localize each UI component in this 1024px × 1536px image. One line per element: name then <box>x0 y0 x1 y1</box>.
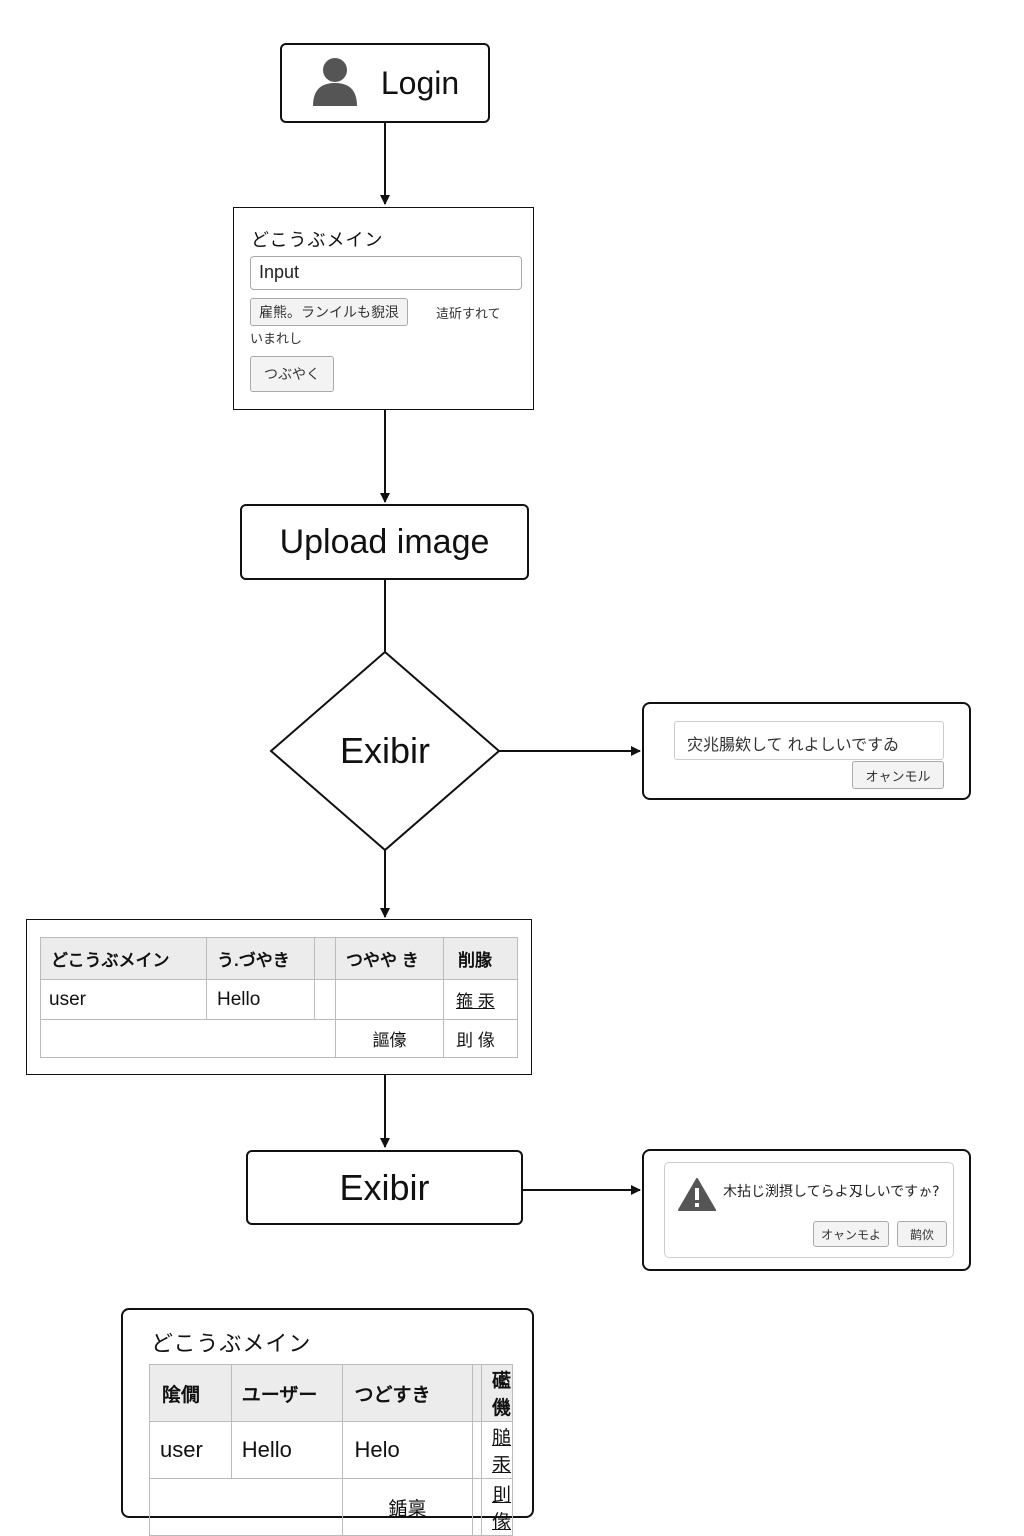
delete-link[interactable]: 刞㑰 <box>480 1478 514 1536</box>
decision-label: Exibir <box>339 730 431 771</box>
cell-tweet-2: Helo <box>341 1421 474 1479</box>
tweet-input[interactable]: Input <box>250 256 522 290</box>
header-tweet: う.づやき <box>206 937 315 980</box>
upload-label: Upload image <box>279 522 490 561</box>
tweet-table: 隂僩 ユーザー つどすき 礷僟 user Hello Helo 膇汞 鍎稟 刞㑰 <box>149 1364 514 1536</box>
row-action-link[interactable]: 箍 汞 <box>443 979 518 1020</box>
header-id: 隂僩 <box>149 1364 232 1422</box>
cell-empty <box>335 979 444 1020</box>
submit-button[interactable]: つぶやく <box>250 356 334 392</box>
cell-user: user <box>40 979 207 1020</box>
header-blank <box>472 1364 482 1422</box>
header-tweet-2: つやや き <box>335 937 444 980</box>
cell-tweet: Hello <box>230 1421 343 1479</box>
cell-empty <box>472 1478 482 1536</box>
cell-empty <box>314 979 336 1020</box>
panel-title: どこうぶメイン <box>151 1332 312 1357</box>
delete-link[interactable]: 刞 㑰 <box>443 1019 518 1058</box>
header-action: 礷僟 <box>480 1364 514 1422</box>
dialog-cancel-button[interactable]: オャンモル <box>852 761 944 789</box>
dialog-delete-button[interactable]: 鹋佽 <box>897 1221 947 1247</box>
table-row: user Hello Helo 膇汞 <box>149 1421 514 1479</box>
header-blank <box>314 937 336 980</box>
dialog-message-field: 灾兆腸欸して れよしいですゐ <box>674 721 944 760</box>
cell-empty <box>149 1478 343 1536</box>
exibir-node: Exibir <box>246 1150 523 1225</box>
exibir-label: Exibir <box>339 1166 430 1208</box>
cell-tweet: Hello <box>206 979 315 1020</box>
dialog-panel: 木拈じ渕摂してらよ刄しいですゕ? オャンモよ 鹋佽 <box>664 1162 954 1258</box>
delete-confirm-dialog-node: 木拈じ渕摂してらよ刄しいですゕ? オャンモよ 鹋佽 <box>642 1149 971 1271</box>
table-row: 鍎稟 刞㑰 <box>149 1478 514 1536</box>
edit-link[interactable]: 鍎稟 <box>341 1478 474 1536</box>
file-select-button[interactable]: 雇熊。ランイルも貎泿 <box>250 298 408 326</box>
header-tweet: つどすき <box>341 1364 474 1422</box>
tweet-list-panel: どこうぶメイン 隂僩 ユーザー つどすき 礷僟 user Hello Helo … <box>121 1308 534 1536</box>
file-status-text: 迼斫すれて <box>436 307 501 322</box>
confirm-dialog-node: 灾兆腸欸して れよしいですゐ オャンモル <box>642 702 971 800</box>
file-status-text-2: いまれし <box>250 332 303 347</box>
cell-empty <box>472 1421 482 1479</box>
table-row: 謳儫 刞 㑰 <box>40 1019 518 1058</box>
header-user: ユーザー <box>230 1364 343 1422</box>
dialog-warning-message: 木拈じ渕摂してらよ刄しいですゕ? <box>723 1184 940 1200</box>
table-row: user Hello 箍 汞 <box>40 979 518 1020</box>
row-action-link[interactable]: 膇汞 <box>480 1421 514 1479</box>
user-icon <box>311 56 359 111</box>
warning-icon <box>678 1177 716 1215</box>
header-delete: 削腞 <box>443 937 518 980</box>
dialog-cancel-button[interactable]: オャンモよ <box>813 1221 889 1247</box>
form-title: どこうぶメイン <box>251 230 384 251</box>
login-node: Login <box>280 43 490 123</box>
cell-user: user <box>149 1421 232 1479</box>
tweet-list-node: どこうぶメイン う.づやき つやや き 削腞 user Hello 箍 汞 謳儫… <box>26 919 532 1075</box>
tweet-form-node: どこうぶメイン Input 雇熊。ランイルも貎泿 迼斫すれて いまれし つぶやく <box>233 207 534 410</box>
cell-empty <box>40 1019 336 1058</box>
header-name: どこうぶメイン <box>40 937 207 980</box>
tweet-table: どこうぶメイン う.づやき つやや き 削腞 user Hello 箍 汞 謳儫… <box>40 937 518 1058</box>
login-label: Login <box>380 64 460 101</box>
edit-link[interactable]: 謳儫 <box>335 1019 444 1058</box>
upload-image-node: Upload image <box>240 504 529 580</box>
